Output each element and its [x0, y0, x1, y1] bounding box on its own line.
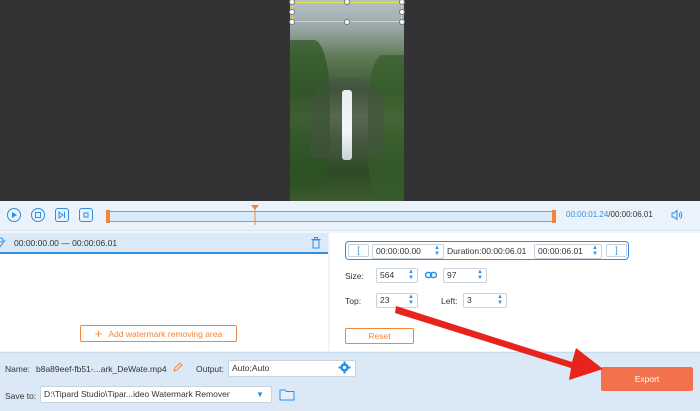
segment-start: 00:00:00.00 — [14, 238, 59, 248]
next-frame-button[interactable] — [55, 208, 69, 222]
trim-start-handle[interactable] — [106, 210, 110, 223]
reset-button[interactable]: Reset — [345, 328, 414, 344]
duration-text: Duration: — [447, 246, 482, 256]
spinner-icon[interactable]: ▲ ▼ — [591, 245, 599, 258]
chevron-down-icon[interactable]: ▼ — [249, 386, 271, 402]
width-value: 564 — [380, 270, 395, 280]
volume-icon[interactable] — [671, 209, 683, 221]
next-frame-icon — [58, 211, 65, 219]
width-field[interactable]: 564 ▲ ▼ — [376, 268, 418, 283]
stop-button[interactable] — [31, 208, 45, 222]
selection-handle[interactable] — [399, 9, 405, 15]
segment-row[interactable]: 00:00:00.00 — 00:00:06.01 — [0, 233, 328, 254]
spinner-icon[interactable]: ▲ ▼ — [407, 269, 415, 282]
left-value: 3 — [467, 295, 472, 305]
segment-edit-icon — [0, 237, 6, 248]
selection-handle[interactable] — [289, 9, 295, 15]
selection-handle[interactable] — [344, 19, 350, 25]
current-time: 00:00:01.24 — [566, 210, 609, 219]
duration-label: Duration:00:00:06.01 — [447, 246, 526, 256]
output-label: Output: — [196, 364, 224, 374]
save-path-field[interactable]: D:\Tipard Studio\Tipar...ideo Watermark … — [40, 386, 272, 403]
selection-handle[interactable] — [399, 0, 405, 5]
video-preview — [0, 0, 700, 201]
add-watermark-area-button[interactable]: + Add watermark removing area — [80, 325, 237, 342]
link-aspect-icon[interactable] — [425, 270, 437, 280]
spinner-icon[interactable]: ▲ ▼ — [407, 294, 415, 307]
play-icon — [12, 212, 17, 218]
left-label: Left: — [441, 296, 458, 306]
video-waterfall — [342, 90, 352, 160]
spinner-icon[interactable]: ▲ ▼ — [476, 269, 484, 282]
top-value: 23 — [380, 295, 390, 305]
duration-value: 00:00:06.01 — [481, 246, 527, 256]
output-format-value: Auto;Auto — [232, 363, 270, 373]
segment-dash: — — [61, 238, 70, 248]
add-area-label: Add watermark removing area — [108, 328, 223, 339]
frame-icon — [83, 212, 89, 218]
set-end-button[interactable]: ] — [606, 244, 627, 257]
left-field[interactable]: 3 ▲ ▼ — [463, 293, 507, 308]
segment-end: 00:00:06.01 — [72, 238, 118, 248]
start-time-value: 00:00:00.00 — [376, 246, 421, 256]
start-time-field[interactable]: 00:00:00.00 ▲ ▼ — [372, 244, 444, 259]
stop-icon — [35, 212, 41, 218]
crop-frame-button[interactable] — [79, 208, 93, 222]
folder-icon[interactable] — [279, 388, 295, 401]
plus-icon: + — [94, 325, 103, 341]
play-button[interactable] — [7, 208, 21, 222]
selection-handle[interactable] — [289, 19, 295, 25]
video-frame — [290, 0, 404, 201]
save-to-label: Save to: — [5, 391, 37, 401]
segment-time: 00:00:00.00 — 00:00:06.01 — [14, 238, 117, 248]
height-value: 97 — [447, 270, 457, 280]
gear-icon[interactable] — [338, 361, 351, 374]
selection-handle[interactable] — [399, 19, 405, 25]
trim-end-handle[interactable] — [552, 210, 556, 223]
segment-list: 00:00:00.00 — 00:00:06.01 + Add watermar… — [0, 233, 328, 351]
end-time-field[interactable]: 00:00:06.01 ▲ ▼ — [534, 244, 602, 259]
save-path-value: D:\Tipard Studio\Tipar...ideo Watermark … — [44, 389, 230, 399]
area-time-range: [ 00:00:00.00 ▲ ▼ Duration:00:00:06.01 00… — [345, 241, 629, 260]
timeline-track[interactable] — [106, 210, 556, 223]
time-readout: 00:00:01.24/00:00:06.01 — [566, 210, 653, 219]
playhead[interactable] — [251, 205, 259, 225]
export-button[interactable]: Export — [601, 367, 693, 391]
set-start-button[interactable]: [ — [348, 244, 369, 257]
trash-icon[interactable] — [311, 237, 321, 249]
total-time: 00:00:06.01 — [610, 210, 653, 219]
size-label: Size: — [345, 271, 364, 281]
pencil-icon[interactable] — [173, 362, 183, 372]
file-name: b8a89eef-fb51-...ark_DeWate.mp4 — [36, 364, 167, 374]
name-label: Name: — [5, 364, 31, 374]
output-format-field[interactable]: Auto;Auto — [228, 360, 356, 377]
height-field[interactable]: 97 ▲ ▼ — [443, 268, 487, 283]
end-time-value: 00:00:06.01 — [538, 246, 583, 256]
spinner-icon[interactable]: ▲ ▼ — [496, 294, 504, 307]
top-label: Top: — [345, 296, 362, 306]
spinner-icon[interactable]: ▲ ▼ — [433, 245, 441, 258]
top-field[interactable]: 23 ▲ ▼ — [376, 293, 418, 308]
